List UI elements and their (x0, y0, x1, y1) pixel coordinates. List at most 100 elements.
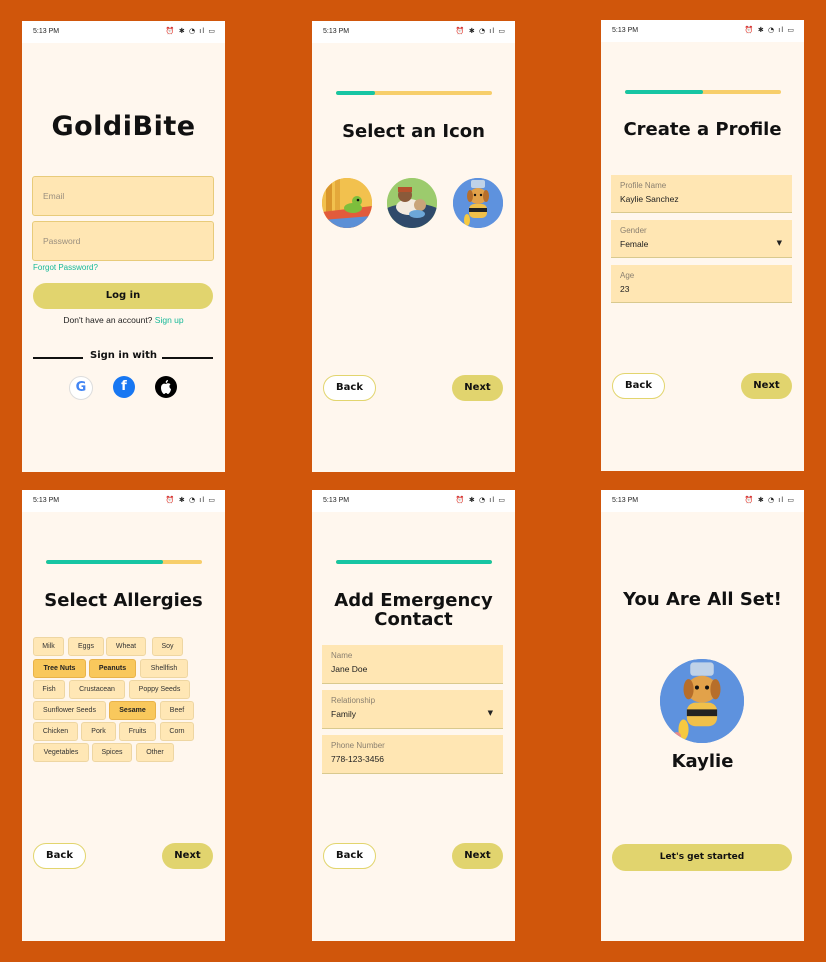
signup-link[interactable]: Sign up (155, 315, 184, 325)
phone-number-label: Phone Number (331, 741, 385, 750)
allergy-chip[interactable]: Spices (92, 743, 132, 762)
status-time: 5:13 PM (323, 497, 350, 504)
progress-bar (625, 90, 781, 94)
allergy-chip[interactable]: Fruits (119, 722, 156, 741)
profile-name-value: Kaylie Sanchez (620, 194, 679, 204)
back-button[interactable]: Back (323, 375, 376, 401)
page-title: Select an Icon (342, 121, 485, 142)
get-started-button[interactable]: Let's get started (612, 844, 792, 871)
progress-bar (46, 560, 202, 564)
avatar-option-snake[interactable] (322, 178, 372, 228)
allergy-chip[interactable]: Crustacean (69, 680, 125, 699)
status-icons: ⏰ ✱ ◔ ıl ▭ (165, 496, 216, 504)
page-title-line-2: Contact (374, 609, 453, 630)
status-time: 5:13 PM (612, 27, 639, 34)
caret-down-icon: ▼ (487, 709, 493, 717)
profile-avatar (660, 659, 744, 743)
gender-label: Gender (620, 226, 647, 235)
status-icons: ⏰ ✱ ◔ ıl ▭ (744, 496, 795, 504)
allergy-chip[interactable]: Shellfish (140, 659, 188, 678)
allergy-chip[interactable]: Peanuts (89, 659, 136, 678)
allergy-chip[interactable]: Vegetables (33, 743, 89, 762)
no-account-text: Don't have an account? (63, 315, 153, 325)
contact-name-field[interactable]: Name Jane Doe (322, 645, 503, 684)
allergy-chip[interactable]: Other (136, 743, 174, 762)
password-placeholder: Password (43, 236, 81, 246)
progress-fill (625, 90, 703, 94)
status-time: 5:13 PM (323, 28, 350, 35)
password-field[interactable]: Password (32, 221, 214, 261)
status-time: 5:13 PM (612, 497, 639, 504)
status-icons: ⏰ ✱ ◔ ıl ▭ (455, 496, 506, 504)
age-field[interactable]: Age 23 (611, 265, 792, 303)
contact-name-value: Jane Doe (331, 664, 368, 674)
age-value: 23 (620, 284, 630, 294)
allergy-chip[interactable]: Chicken (33, 722, 78, 741)
status-bar: 5:13 PM ⏰ ✱ ◔ ıl ▭ (22, 490, 225, 512)
select-icon-screen: 5:13 PM ⏰ ✱ ◔ ıl ▭ Select an Icon Back N… (312, 21, 515, 472)
allergy-chip[interactable]: Wheat (106, 637, 146, 656)
email-placeholder: Email (43, 191, 65, 201)
allergy-chip[interactable]: Eggs (68, 637, 104, 656)
next-button[interactable]: Next (162, 843, 213, 869)
forgot-password-link[interactable]: Forgot Password? (33, 263, 98, 272)
progress-bar (336, 560, 492, 564)
status-time: 5:13 PM (33, 28, 60, 35)
allergy-chip[interactable]: Fish (33, 680, 65, 699)
signup-prompt: Don't have an account? Sign up (22, 315, 225, 325)
avatar-option-dog[interactable] (453, 178, 503, 228)
status-bar: 5:13 PM ⏰ ✱ ◔ ıl ▭ (601, 20, 804, 42)
phone-number-field[interactable]: Phone Number 778-123-3456 (322, 735, 503, 774)
relationship-value: Family (331, 709, 357, 719)
allergy-chip[interactable]: Sunflower Seeds (33, 701, 106, 720)
email-field[interactable]: Email (32, 176, 214, 216)
divider-right (162, 357, 213, 359)
next-button[interactable]: Next (452, 843, 503, 869)
login-button[interactable]: Log in (33, 283, 213, 309)
relationship-select[interactable]: Relationship Family ▼ (322, 690, 503, 729)
status-icons: ⏰ ✱ ◔ ıl ▭ (744, 26, 795, 34)
sign-in-with-label: Sign in with (90, 350, 157, 361)
status-icons: ⏰ ✱ ◔ ıl ▭ (455, 27, 506, 35)
profile-name-label: Profile Name (620, 181, 667, 190)
allergy-chip[interactable]: Tree Nuts (33, 659, 86, 678)
gender-select[interactable]: Gender Female ▼ (611, 220, 792, 258)
relationship-label: Relationship (331, 696, 376, 705)
status-bar: 5:13 PM ⏰ ✱ ◔ ıl ▭ (312, 21, 515, 43)
allergy-chip[interactable]: Poppy Seeds (129, 680, 190, 699)
back-button[interactable]: Back (323, 843, 376, 869)
progress-fill (46, 560, 163, 564)
page-title: Select Allergies (44, 590, 203, 611)
google-icon[interactable]: G (69, 376, 93, 400)
allergy-chip[interactable]: Milk (33, 637, 64, 656)
allergy-chip[interactable]: Beef (160, 701, 194, 720)
next-button[interactable]: Next (452, 375, 503, 401)
avatar-option-otter[interactable] (387, 178, 437, 228)
select-allergies-screen: 5:13 PM ⏰ ✱ ◔ ıl ▭ Select Allergies Milk… (22, 490, 225, 941)
phone-number-value: 778-123-3456 (331, 754, 384, 764)
back-button[interactable]: Back (33, 843, 86, 869)
progress-fill (336, 560, 492, 564)
apple-icon[interactable] (155, 376, 177, 398)
app-logo: GoldiBite (51, 111, 196, 142)
contact-name-label: Name (331, 651, 353, 660)
progress-bar (336, 91, 492, 95)
allergy-chip[interactable]: Sesame (109, 701, 156, 720)
allergy-chip[interactable]: Corn (160, 722, 194, 741)
status-icons: ⏰ ✱ ◔ ıl ▭ (165, 27, 216, 35)
allergy-chip[interactable]: Pork (81, 722, 116, 741)
facebook-icon[interactable]: f (113, 376, 135, 398)
allergy-chip[interactable]: Soy (152, 637, 183, 656)
create-profile-screen: 5:13 PM ⏰ ✱ ◔ ıl ▭ Create a Profile Prof… (601, 20, 804, 471)
login-screen: 5:13 PM ⏰ ✱ ◔ ıl ▭ GoldiBite Email Passw… (22, 21, 225, 472)
page-title-line-1: Add Emergency (334, 590, 493, 611)
back-button[interactable]: Back (612, 373, 665, 399)
profile-name-field[interactable]: Profile Name Kaylie Sanchez (611, 175, 792, 213)
emergency-contact-screen: 5:13 PM ⏰ ✱ ◔ ıl ▭ Add Emergency Contact… (312, 490, 515, 941)
page-title: You Are All Set! (623, 589, 782, 610)
status-bar: 5:13 PM ⏰ ✱ ◔ ıl ▭ (601, 490, 804, 512)
status-bar: 5:13 PM ⏰ ✱ ◔ ıl ▭ (22, 21, 225, 43)
caret-down-icon: ▼ (776, 239, 782, 247)
next-button[interactable]: Next (741, 373, 792, 399)
all-set-screen: 5:13 PM ⏰ ✱ ◔ ıl ▭ You Are All Set! Kayl… (601, 490, 804, 941)
